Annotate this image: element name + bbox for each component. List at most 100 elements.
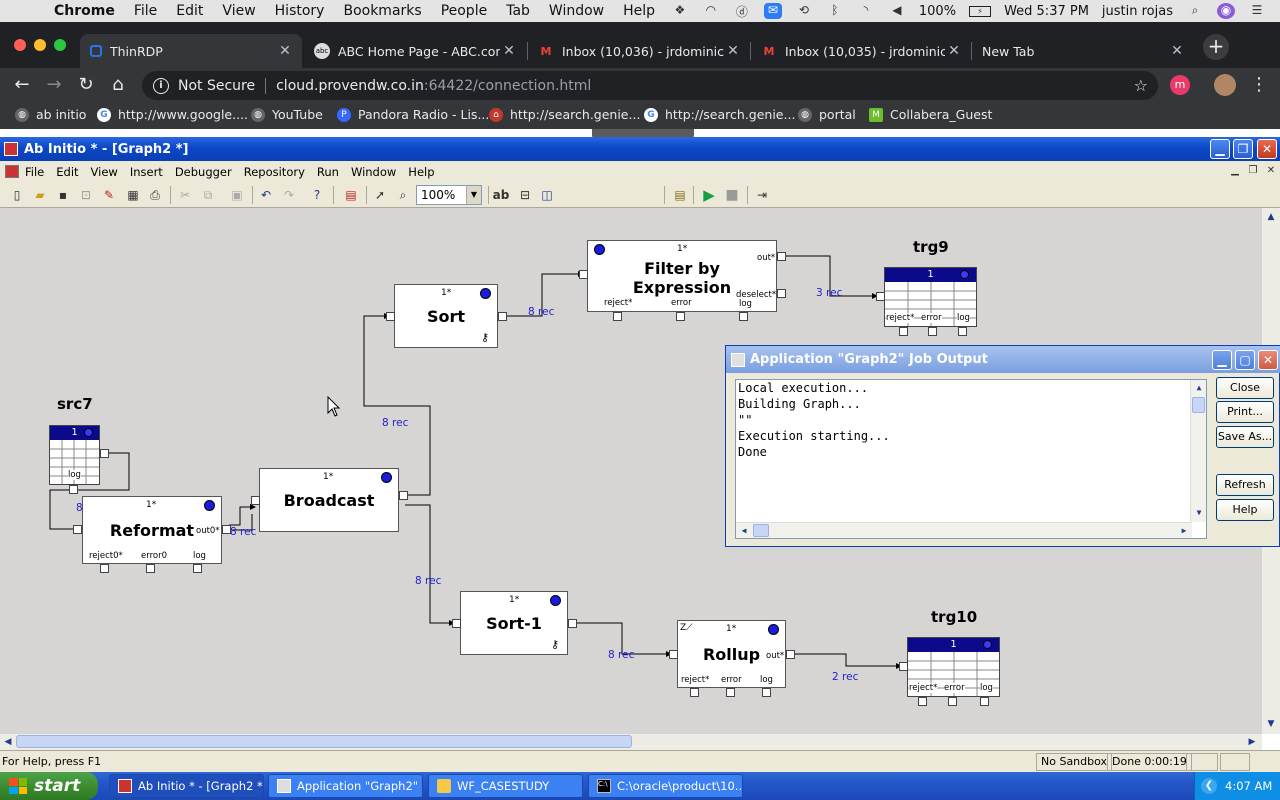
mac-clock[interactable]: Wed 5:37 PM <box>1004 4 1089 19</box>
siri-icon[interactable]: ◉ <box>1217 3 1235 19</box>
maximize-icon[interactable]: ▢ <box>1235 350 1255 370</box>
mac-menu-window[interactable]: Window <box>549 3 604 19</box>
dataset-trg9[interactable]: 1 reject* error log <box>884 267 977 327</box>
tab-gmail-1[interactable]: M Inbox (10,036) - jrdominican ✕ <box>528 34 750 68</box>
port-out[interactable] <box>222 525 231 534</box>
port-reject[interactable] <box>918 697 927 706</box>
bookmark-pandora[interactable]: P Pandora Radio - Lis... <box>337 107 489 122</box>
component-icon[interactable]: ▤ <box>342 186 360 204</box>
profile-avatar[interactable] <box>1214 74 1236 96</box>
minimize-icon[interactable]: ▁ <box>1212 350 1232 370</box>
stop-icon[interactable]: ■ <box>723 186 741 204</box>
mdi-restore-icon[interactable]: ❐ <box>1246 165 1260 177</box>
minimize-icon[interactable]: ▁ <box>1210 139 1230 159</box>
refresh-button[interactable]: Refresh <box>1216 474 1274 496</box>
flow-label-sort1-rollup[interactable]: 8 rec <box>608 649 634 661</box>
tab-new-tab[interactable]: New Tab ✕ <box>972 34 1194 68</box>
port-in[interactable] <box>669 650 678 659</box>
port-out[interactable] <box>777 252 786 261</box>
port-out[interactable] <box>100 449 109 458</box>
port-error[interactable] <box>928 327 937 336</box>
forward-arrow-icon[interactable]: → <box>43 74 65 96</box>
cut-icon[interactable]: ✂ <box>176 186 194 204</box>
document-icon[interactable] <box>5 165 19 178</box>
mdi-minimize-icon[interactable]: ▁ <box>1228 165 1242 177</box>
port-log[interactable] <box>69 485 78 494</box>
bookmark-ab-initio[interactable]: ◍ ab initio <box>15 107 86 122</box>
scroll-right-icon[interactable]: ▶ <box>1244 734 1260 750</box>
mac-menu-view[interactable]: View <box>222 3 255 19</box>
scroll-thumb[interactable] <box>753 524 769 537</box>
scroll-thumb[interactable] <box>1192 397 1205 413</box>
port-log[interactable] <box>958 327 967 336</box>
activity-icon[interactable]: ◠ <box>702 3 720 19</box>
mac-menu-tab[interactable]: Tab <box>506 3 530 19</box>
port-error[interactable] <box>948 697 957 706</box>
tab-gmail-2[interactable]: M Inbox (10,035) - jrdominican ✕ <box>751 34 971 68</box>
tools-icon[interactable]: ✎ <box>100 186 118 204</box>
component-sort-1[interactable]: 1* Sort-1 ⚷ <box>460 591 568 655</box>
spotlight-search-icon[interactable]: ⌕ <box>1186 3 1204 19</box>
menu-edit[interactable]: Edit <box>56 165 78 179</box>
port-reject[interactable] <box>613 312 622 321</box>
tab-close-icon[interactable]: ✕ <box>724 43 742 59</box>
port-out[interactable] <box>399 491 408 500</box>
window-close-icon[interactable] <box>14 39 26 51</box>
menu-window[interactable]: Window <box>351 165 396 179</box>
bookmark-portal[interactable]: ◍ portal <box>798 107 856 122</box>
port-log[interactable] <box>193 564 202 573</box>
messenger-icon[interactable]: ✉ <box>763 3 782 19</box>
zoom-select[interactable]: 100% ▼ <box>416 185 482 205</box>
start-button[interactable]: start <box>0 772 98 800</box>
tab-abc[interactable]: abc ABC Home Page - ABC.com ✕ <box>304 34 526 68</box>
new-tab-plus-icon[interactable]: + <box>1203 34 1229 60</box>
scroll-thumb[interactable] <box>16 735 632 748</box>
window-minimize-icon[interactable] <box>34 39 46 51</box>
bookmark-youtube[interactable]: ◍ YouTube <box>251 107 323 122</box>
port-error[interactable] <box>726 688 735 697</box>
reload-icon[interactable]: ↻ <box>75 74 97 96</box>
port-out[interactable] <box>786 650 795 659</box>
save-as-button[interactable]: Save As... <box>1216 426 1274 448</box>
scroll-up-icon[interactable]: ▲ <box>1191 380 1207 396</box>
menu-insert[interactable]: Insert <box>130 165 163 179</box>
taskbar-item-cmd[interactable]: C:\ C:\oracle\product\10... <box>588 774 743 798</box>
chrome-menu-icon[interactable]: ⋮ <box>1248 74 1270 96</box>
window-zoom-icon[interactable] <box>54 39 66 51</box>
port-out[interactable] <box>498 312 507 321</box>
port-log[interactable] <box>739 312 748 321</box>
extension-m-icon[interactable]: m <box>1170 75 1190 95</box>
menu-repository[interactable]: Repository <box>244 165 305 179</box>
output-vertical-scrollbar[interactable]: ▲ ▼ <box>1190 380 1206 522</box>
tab-close-icon[interactable]: ✕ <box>276 43 294 59</box>
tray-expand-chevron-icon[interactable]: ❮ <box>1201 778 1217 794</box>
component-rollup[interactable]: 1* Z⟋ Rollup out* reject* error log <box>677 620 786 688</box>
close-icon[interactable]: ✕ <box>1258 350 1278 370</box>
select-pointer-icon[interactable]: ➚ <box>371 186 389 204</box>
menu-help[interactable]: Help <box>408 165 434 179</box>
mac-menu-file[interactable]: File <box>134 3 157 19</box>
port-error[interactable] <box>146 564 155 573</box>
job-output-dialog[interactable]: Application "Graph2" Job Output ▁ ▢ ✕ Lo… <box>725 345 1280 547</box>
port-reject[interactable] <box>899 327 908 336</box>
flow-label-filter-trg9[interactable]: 3 rec <box>816 287 842 299</box>
d-icon[interactable]: ⓓ <box>733 3 751 19</box>
port-in[interactable] <box>579 270 588 279</box>
mac-menu-history[interactable]: History <box>275 3 325 19</box>
app-titlebar[interactable]: Ab Initio * - [Graph2 *] ▁ ❐ ✕ <box>0 137 1280 161</box>
taskbar-item-wf-casestudy[interactable]: WF_CASESTUDY <box>428 774 583 798</box>
component-broadcast[interactable]: 1* Broadcast <box>259 468 399 532</box>
port-reject[interactable] <box>690 688 699 697</box>
flow-label-broadcast-sort[interactable]: 8 rec <box>382 417 408 429</box>
lock-icon[interactable]: ⊡ <box>77 186 95 204</box>
port-in[interactable] <box>251 496 260 505</box>
scroll-up-icon[interactable]: ▲ <box>1263 209 1279 225</box>
paste-icon[interactable]: ▣ <box>228 186 246 204</box>
port-log[interactable] <box>762 688 771 697</box>
close-button[interactable]: Close <box>1216 377 1274 399</box>
home-icon[interactable]: ⌂ <box>107 74 129 96</box>
mac-menu-people[interactable]: People <box>441 3 488 19</box>
bluetooth-icon[interactable]: ᛒ <box>826 3 844 19</box>
scroll-down-icon[interactable]: ▼ <box>1263 716 1279 732</box>
mdi-close-icon[interactable]: ✕ <box>1264 165 1278 177</box>
